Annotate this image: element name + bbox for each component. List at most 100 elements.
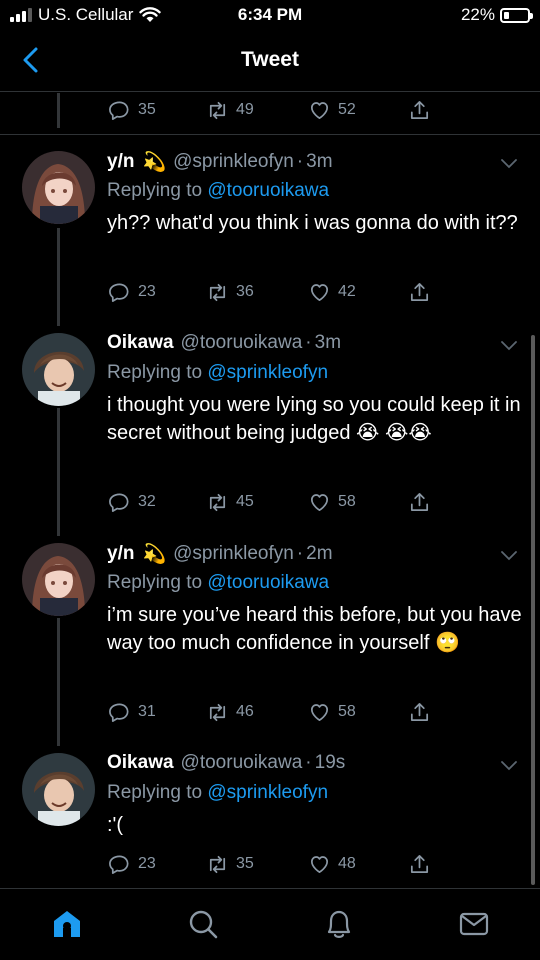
mention-link[interactable]: @tooruoikawa: [207, 572, 329, 593]
like-button[interactable]: 58: [308, 488, 356, 516]
thread-line: [57, 228, 60, 326]
replying-to: Replying to @sprinkleofyn: [107, 362, 329, 383]
retweet-button[interactable]: 45: [206, 488, 254, 516]
author-name[interactable]: Oikawa: [107, 752, 174, 774]
divider: [0, 134, 540, 135]
notifications-icon[interactable]: [322, 907, 356, 941]
heart-icon: [310, 283, 329, 301]
replying-to: Replying to @tooruoikawa: [107, 572, 330, 593]
like-button[interactable]: 42: [308, 278, 356, 306]
share-icon: [410, 854, 429, 873]
heart-icon: [310, 855, 329, 873]
reply-icon: [109, 854, 129, 874]
reply-count: 23: [138, 283, 156, 300]
like-button[interactable]: 48: [308, 850, 356, 878]
reply-count: 31: [138, 703, 156, 720]
avatar[interactable]: [22, 753, 95, 826]
like-count: 42: [338, 283, 356, 300]
reply-count: 32: [138, 493, 156, 510]
mention-link[interactable]: @tooruoikawa: [207, 180, 329, 201]
tweet-text: i’m sure you’ve heard this before, but y…: [107, 604, 522, 654]
tweet-text: yh?? what'd you think i was gonna do wit…: [107, 212, 518, 234]
retweet-count: 36: [236, 283, 254, 300]
reply-button[interactable]: 23: [108, 278, 156, 306]
share-icon: [410, 282, 429, 301]
retweet-count: 45: [236, 493, 254, 510]
tweet-feed[interactable]: 35 49 52 y/n 💫 @sprinkleofyn · 3m Replyi…: [0, 93, 540, 888]
chevron-down-icon[interactable]: [497, 333, 521, 357]
reply-button[interactable]: 35: [108, 96, 156, 124]
retweet-icon: [209, 101, 226, 119]
like-button[interactable]: 58: [308, 698, 356, 726]
chevron-down-icon[interactable]: [497, 543, 521, 567]
avatar[interactable]: [22, 151, 95, 224]
retweet-button[interactable]: 49: [206, 96, 254, 124]
retweet-icon: [209, 493, 226, 511]
timestamp: 3m: [306, 151, 333, 172]
timestamp: 19s: [314, 752, 346, 773]
author-name[interactable]: Oikawa: [107, 332, 174, 354]
tweet-text: :'(: [107, 814, 124, 836]
retweet-icon: [209, 855, 226, 873]
heart-icon: [310, 493, 329, 511]
messages-icon[interactable]: [457, 907, 491, 941]
heart-icon: [310, 101, 329, 119]
clock: 6:34 PM: [237, 5, 303, 24]
reply-icon: [109, 100, 129, 120]
replying-to: Replying to @tooruoikawa: [107, 180, 330, 201]
home-icon[interactable]: [50, 907, 84, 941]
top-nav: Tweet: [0, 30, 540, 92]
battery-icon: [500, 7, 533, 23]
author-handle[interactable]: @sprinkleofyn: [173, 151, 294, 173]
search-icon[interactable]: [186, 907, 220, 941]
tab-bar: [0, 888, 540, 960]
share-button[interactable]: [408, 488, 431, 516]
timestamp: 3m: [314, 332, 342, 353]
author-handle[interactable]: @tooruoikawa: [181, 752, 303, 774]
retweet-icon: [209, 283, 226, 301]
retweet-count: 35: [236, 855, 254, 872]
retweet-button[interactable]: 36: [206, 278, 254, 306]
reply-button[interactable]: 31: [108, 698, 156, 726]
author-handle[interactable]: @tooruoikawa: [181, 332, 303, 354]
like-count: 52: [338, 101, 356, 118]
author-name[interactable]: y/n: [107, 151, 134, 173]
reply-icon: [109, 492, 129, 512]
reply-count: 23: [138, 855, 156, 872]
page-title: Tweet: [241, 48, 299, 71]
like-count: 58: [338, 493, 356, 510]
reply-button[interactable]: 32: [108, 488, 156, 516]
retweet-icon: [209, 703, 226, 721]
mention-link[interactable]: @sprinkleofyn: [207, 362, 328, 383]
share-button[interactable]: [408, 698, 431, 726]
share-icon: [410, 100, 429, 119]
retweet-count: 49: [236, 101, 254, 118]
like-button[interactable]: 52: [308, 96, 356, 124]
avatar[interactable]: [22, 543, 95, 616]
reply-icon: [109, 282, 129, 302]
share-button[interactable]: [408, 96, 431, 124]
share-button[interactable]: [408, 850, 431, 878]
author-name[interactable]: y/n: [107, 543, 134, 565]
retweet-count: 46: [236, 703, 254, 720]
battery-percent: 22%: [460, 5, 495, 24]
thread-line: [57, 408, 60, 536]
scrollbar[interactable]: [531, 335, 535, 885]
thread-line: [57, 93, 60, 128]
reply-icon: [109, 702, 129, 722]
chevron-down-icon[interactable]: [497, 753, 521, 777]
retweet-button[interactable]: 46: [206, 698, 254, 726]
dizzy-emoji: 💫: [142, 152, 167, 173]
retweet-button[interactable]: 35: [206, 850, 254, 878]
share-icon: [410, 702, 429, 721]
share-button[interactable]: [408, 278, 431, 306]
chevron-down-icon[interactable]: [497, 151, 521, 175]
reply-button[interactable]: 23: [108, 850, 156, 878]
author-handle[interactable]: @sprinkleofyn: [173, 543, 294, 565]
like-count: 58: [338, 703, 356, 720]
reply-count: 35: [138, 101, 156, 118]
tweet-text: i thought you were lying so you could ke…: [107, 394, 521, 444]
avatar[interactable]: [22, 333, 95, 406]
share-icon: [410, 492, 429, 511]
mention-link[interactable]: @sprinkleofyn: [207, 782, 328, 803]
